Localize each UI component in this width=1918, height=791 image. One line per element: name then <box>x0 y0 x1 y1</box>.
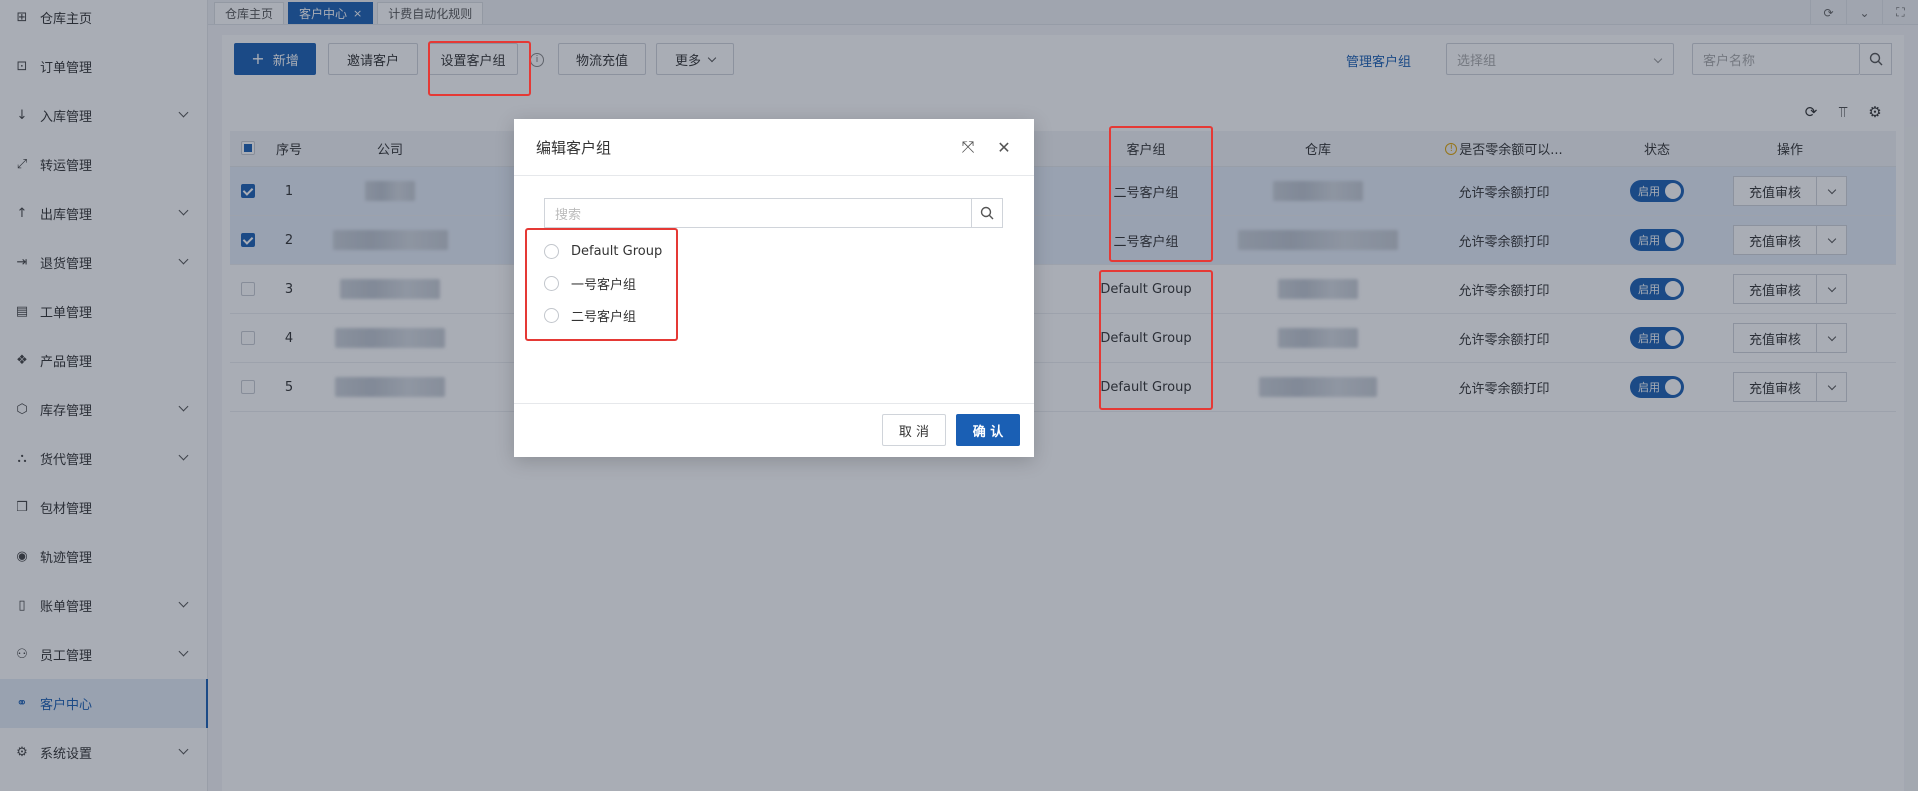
group-option-label: 一号客户组 <box>571 277 637 293</box>
radio-button[interactable] <box>544 307 559 323</box>
group-option-label: Default Group <box>571 243 663 259</box>
group-option[interactable]: 二号客户组 <box>544 305 636 325</box>
group-option-label: 二号客户组 <box>571 309 637 325</box>
modal-search-input[interactable]: 搜索 <box>544 198 972 228</box>
search-icon <box>980 206 994 220</box>
modal-header: 编辑客户组 ⤧ ✕ <box>514 119 1034 176</box>
modal-search-placeholder: 搜索 <box>555 207 582 223</box>
modal-title: 编辑客户组 <box>536 138 612 157</box>
group-option[interactable]: Default Group <box>544 241 662 261</box>
radio-button[interactable] <box>544 275 559 291</box>
modal-search-button[interactable] <box>972 198 1003 228</box>
edit-customer-group-modal: 编辑客户组 ⤧ ✕ 搜索 Default Group 一号客户组二号客户组 取 消… <box>514 119 1034 457</box>
cancel-button[interactable]: 取 消 <box>882 414 946 446</box>
close-icon[interactable]: ✕ <box>994 137 1014 157</box>
confirm-button[interactable]: 确 认 <box>956 414 1020 446</box>
expand-icon[interactable]: ⤧ <box>958 137 978 157</box>
modal-footer: 取 消 确 认 <box>514 403 1034 457</box>
group-option[interactable]: 一号客户组 <box>544 273 636 293</box>
radio-button[interactable] <box>544 243 559 259</box>
